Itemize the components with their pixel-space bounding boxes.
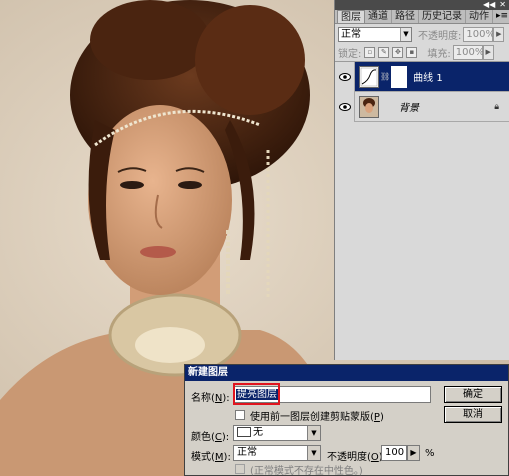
- tab-paths[interactable]: 路径: [392, 10, 419, 23]
- color-label: 颜色(C):: [191, 428, 229, 443]
- neutral-note: (正常模式不存在中性色。): [250, 466, 363, 476]
- color-label-text: 颜色(: [191, 432, 215, 443]
- name-label-text: 名称(: [191, 393, 215, 404]
- opacity-input[interactable]: 100: [381, 445, 407, 461]
- mode-value: 正常: [237, 447, 257, 458]
- layer-name: 背景: [399, 103, 419, 114]
- layer-name: 曲线 1: [413, 73, 443, 84]
- lock-row: 锁定: ▫ ✎ ✥ ▪ 填充: 100% ▶: [335, 44, 509, 62]
- visibility-eye-icon[interactable]: [335, 91, 355, 122]
- blend-row: 正常 ▼ 不透明度: 100% ▶: [335, 24, 509, 44]
- panel-titlebar: ◀◀ ✕: [335, 0, 509, 10]
- layer-name-input[interactable]: 提亮图层: [233, 386, 431, 403]
- dialog-title: 新建图层: [185, 365, 508, 381]
- background-thumbnail: [359, 95, 379, 118]
- layer-mask-thumbnail[interactable]: [391, 65, 408, 88]
- mode-key: M: [214, 452, 224, 463]
- blend-mode-value: 正常: [341, 28, 361, 40]
- color-key: C: [214, 432, 222, 443]
- layer-row-background[interactable]: 背景 🔒︎: [335, 91, 509, 122]
- dropdown-arrow-icon: ▼: [400, 27, 411, 41]
- color-select[interactable]: 无 ▼: [233, 425, 321, 441]
- collapse-icon[interactable]: ◀◀: [483, 1, 495, 9]
- clip-mask-checkbox[interactable]: [235, 410, 245, 420]
- mode-label-text: 模式(: [191, 452, 215, 463]
- lock-all-icon[interactable]: ▪: [406, 47, 418, 58]
- opacity-label: 不透明度:: [418, 30, 462, 42]
- neutral-checkbox[interactable]: [235, 464, 245, 474]
- panel-menu-icon[interactable]: ▸≡: [495, 10, 509, 23]
- clip-label: 使用前一图层创建剪贴蒙版(P): [250, 408, 384, 423]
- color-label-end: ):: [221, 432, 230, 443]
- clip-label-text: 使用前一图层创建剪贴蒙版(: [250, 412, 374, 423]
- layer-row-curves[interactable]: ⛓ 曲线 1: [335, 61, 509, 92]
- fill-input[interactable]: 100%: [452, 45, 484, 60]
- new-layer-dialog: 新建图层 名称(N): 提亮图层 确定 取消 使用前一图层创建剪贴蒙版(P) 颜…: [184, 364, 509, 476]
- dropdown-arrow-icon: ▼: [307, 426, 320, 440]
- panel-empty-area: [335, 124, 509, 360]
- layers-panel: ◀◀ ✕ 图层 通道 路径 历史记录 动作 ▸≡ 正常 ▼ 不透明度: 100%…: [334, 0, 509, 360]
- tab-layers[interactable]: 图层: [337, 10, 365, 23]
- opacity-slider-button[interactable]: ▶: [407, 445, 420, 461]
- blend-mode-select[interactable]: 正常 ▼: [338, 26, 412, 42]
- opacity-label: 不透明度(O):: [327, 448, 386, 463]
- opacity-key: O: [370, 452, 379, 463]
- lock-label: 锁定:: [338, 49, 362, 60]
- dropdown-arrow-icon: ▼: [307, 446, 320, 460]
- dialog-body: 名称(N): 提亮图层 确定 取消 使用前一图层创建剪贴蒙版(P) 颜色(C):…: [185, 381, 508, 476]
- cancel-button[interactable]: 取消: [444, 406, 502, 423]
- lock-icon: 🔒︎: [494, 101, 499, 112]
- opacity-slider-button[interactable]: ▶: [493, 26, 505, 42]
- mode-label: 模式(M):: [191, 448, 231, 463]
- lock-brush-icon[interactable]: ✎: [378, 47, 390, 58]
- close-panel-icon[interactable]: ✕: [499, 1, 506, 9]
- name-label-end: ):: [222, 393, 230, 404]
- layer-name-value: 提亮图层: [236, 389, 278, 400]
- clip-label-end: ): [379, 412, 384, 423]
- visibility-eye-icon[interactable]: [335, 61, 355, 92]
- ok-button[interactable]: 确定: [444, 386, 502, 403]
- opacity-input[interactable]: 100%: [463, 26, 495, 42]
- tab-history[interactable]: 历史记录: [419, 10, 466, 23]
- tab-actions[interactable]: 动作: [466, 10, 493, 23]
- color-swatch-icon: [237, 427, 251, 437]
- name-label: 名称(N):: [191, 389, 230, 404]
- color-value: 无: [253, 427, 263, 438]
- curves-adjustment-icon: [359, 65, 379, 88]
- tab-channels[interactable]: 通道: [365, 10, 392, 23]
- lock-transparent-icon[interactable]: ▫: [364, 47, 376, 58]
- mode-label-end: ):: [223, 452, 231, 463]
- lock-move-icon[interactable]: ✥: [392, 47, 404, 58]
- fill-slider-button[interactable]: ▶: [482, 45, 494, 60]
- chain-link-icon[interactable]: ⛓: [380, 72, 390, 81]
- mode-select[interactable]: 正常 ▼: [233, 445, 321, 461]
- percent-sign: %: [425, 448, 435, 459]
- panel-tabs: 图层 通道 路径 历史记录 动作 ▸≡: [335, 10, 509, 24]
- fill-label: 填充:: [427, 49, 451, 60]
